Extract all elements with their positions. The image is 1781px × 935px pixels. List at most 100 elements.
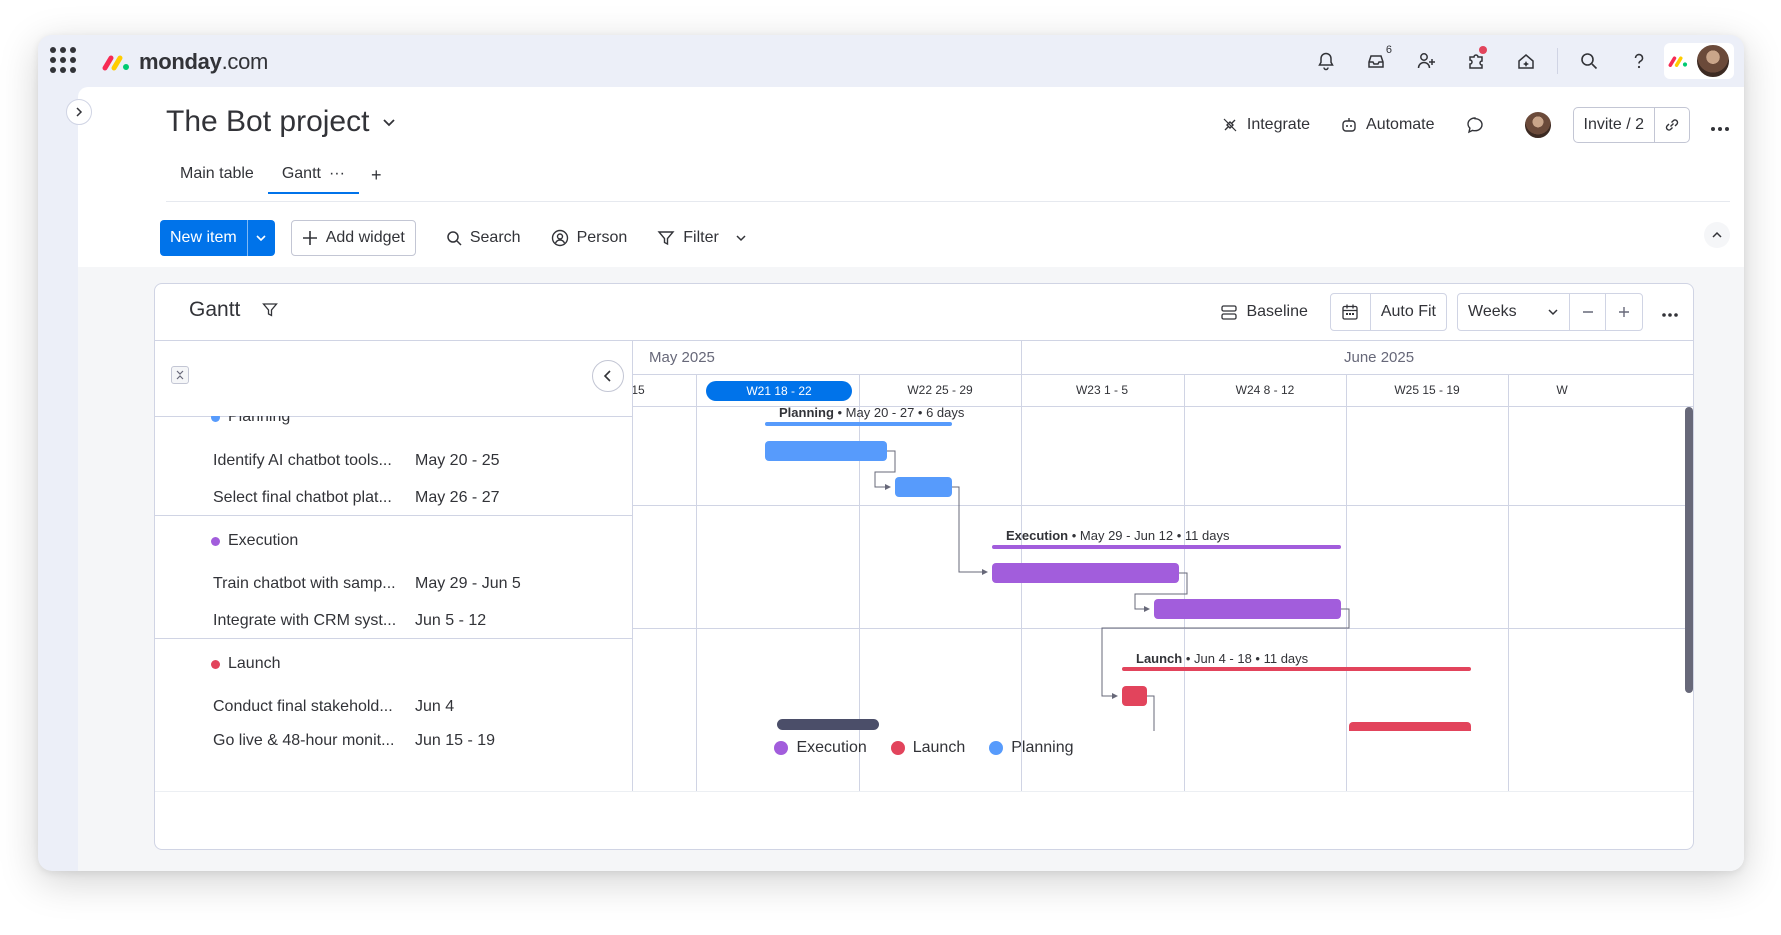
help-button[interactable]	[1614, 43, 1664, 79]
list-item[interactable]: Train chatbot with samp... May 29 - Jun …	[213, 575, 613, 593]
task-bar[interactable]	[1154, 599, 1341, 619]
baseline-button[interactable]: Baseline	[1220, 303, 1308, 321]
chevron-up-icon	[1712, 231, 1722, 238]
current-week-marker[interactable]: W21 18 - 22	[706, 381, 852, 401]
task-bar[interactable]	[1349, 722, 1471, 731]
task-bar[interactable]	[1122, 686, 1147, 706]
integrate-button[interactable]: Integrate	[1221, 116, 1310, 134]
search-button[interactable]: Search	[446, 229, 521, 247]
add-person-icon	[1417, 53, 1435, 69]
board-owner-avatar[interactable]	[1522, 110, 1553, 140]
chevron-down-icon	[1548, 309, 1558, 316]
filter-button[interactable]: Filter	[657, 229, 747, 247]
zoom-level-select[interactable]: Weeks	[1458, 294, 1570, 330]
summary-detail: • Jun 4 - 18 • 11 days	[1182, 651, 1309, 666]
task-bar[interactable]	[765, 441, 887, 461]
zoom-in-button[interactable]	[1606, 294, 1642, 330]
calendar-button[interactable]	[1331, 294, 1371, 330]
collapse-list-button[interactable]	[592, 360, 624, 392]
list-item[interactable]: Select final chatbot plat... May 26 - 27	[213, 489, 613, 507]
search-everything-button[interactable]	[1564, 43, 1614, 79]
group-summary-label: Launch • Jun 4 - 18 • 11 days	[1136, 651, 1308, 666]
bell-icon	[1318, 52, 1334, 71]
gantt-item-list: Planning Identify AI chatbot tools... Ma…	[155, 341, 633, 791]
tab-main-table-label: Main table	[180, 165, 254, 182]
invite-button[interactable]: Invite / 2	[1574, 108, 1655, 142]
group-divider	[633, 505, 1693, 506]
legend-label: Planning	[1011, 739, 1074, 756]
item-dates: Jun 5 - 12	[415, 612, 487, 629]
tab-main-table[interactable]: Main table	[166, 157, 268, 194]
invite-members-button[interactable]	[1401, 43, 1451, 79]
notifications-button[interactable]	[1301, 43, 1351, 79]
board-title[interactable]: The Bot project	[166, 105, 397, 139]
chevron-down-icon[interactable]	[735, 232, 747, 244]
inbox-button[interactable]: 6	[1351, 43, 1401, 79]
updates-button[interactable]	[1465, 115, 1493, 135]
apps-grid-icon[interactable]	[50, 47, 76, 73]
group-summary-label: Execution • May 29 - Jun 12 • 11 days	[1006, 528, 1229, 543]
person-filter-button[interactable]: Person	[551, 229, 627, 247]
legend-item-planning[interactable]: Planning	[989, 739, 1074, 757]
auto-fit-button[interactable]: Auto Fit	[1371, 294, 1446, 330]
collapse-header-button[interactable]	[1704, 222, 1730, 248]
baseline-bar[interactable]	[777, 719, 879, 730]
list-item[interactable]: Integrate with CRM syst... Jun 5 - 12	[213, 612, 613, 630]
chevron-left-icon	[603, 370, 611, 382]
baseline-label: Baseline	[1246, 303, 1308, 320]
legend-divider	[155, 791, 1693, 792]
item-rows: Planning Identify AI chatbot tools... Ma…	[155, 416, 633, 791]
widget-controls: Baseline Auto Fit Weeks	[1220, 293, 1679, 331]
list-item[interactable]: Conduct final stakehold... Jun 4	[213, 698, 613, 716]
search-icon	[447, 231, 462, 246]
copy-link-button[interactable]	[1655, 108, 1689, 142]
task-bar[interactable]	[992, 563, 1179, 583]
chevron-down-icon	[256, 235, 266, 242]
ai-assistant-button[interactable]	[1501, 43, 1551, 79]
filter-icon[interactable]	[262, 302, 279, 318]
collapse-all-groups-button[interactable]	[171, 366, 189, 384]
legend-label: Launch	[912, 739, 966, 756]
sparkle-house-icon	[1518, 54, 1534, 69]
new-item-button-group: New item	[160, 220, 275, 256]
item-name: Conduct final stakehold...	[213, 698, 393, 715]
tab-gantt[interactable]: Gantt ···	[267, 157, 360, 194]
marketplace-alert-dot	[1479, 46, 1487, 54]
monday-small-logo-icon	[1668, 56, 1688, 67]
legend-item-launch[interactable]: Launch	[890, 739, 966, 757]
top-bar-divider	[1557, 48, 1558, 74]
group-execution[interactable]: Execution	[211, 532, 298, 550]
invite-button-group: Invite / 2	[1572, 107, 1690, 143]
group-planning[interactable]: Planning	[211, 416, 290, 426]
task-bar[interactable]	[895, 477, 952, 497]
group-summary-bar-execution[interactable]	[992, 545, 1341, 549]
widget-title: Gantt	[189, 298, 279, 322]
plus-icon	[1619, 307, 1629, 317]
tab-options-icon[interactable]: ···	[329, 165, 345, 182]
plus-icon	[302, 231, 317, 245]
legend-item-execution[interactable]: Execution	[774, 739, 867, 757]
board-more-menu[interactable]	[1710, 112, 1730, 138]
zoom-out-button[interactable]	[1570, 294, 1606, 330]
timeline-scrollbar[interactable]	[1685, 407, 1693, 693]
group-summary-bar-planning[interactable]	[765, 422, 952, 426]
group-summary-bar-launch[interactable]	[1122, 667, 1471, 671]
auto-fit-group: Auto Fit	[1329, 293, 1447, 331]
add-widget-button[interactable]: Add widget	[290, 220, 416, 256]
automate-button[interactable]: Automate	[1340, 116, 1435, 134]
widget-more-menu[interactable]	[1661, 301, 1679, 324]
group-execution-name: Execution	[228, 532, 299, 549]
list-item[interactable]: Identify AI chatbot tools... May 20 - 25	[213, 452, 613, 470]
top-icons: 6	[1301, 43, 1734, 79]
question-icon	[1634, 53, 1644, 69]
add-view-button[interactable]: +	[359, 157, 394, 194]
new-item-dropdown[interactable]	[246, 220, 275, 256]
expand-sidebar-button[interactable]	[66, 99, 92, 125]
group-launch[interactable]: Launch	[211, 655, 281, 673]
monday-logo[interactable]: monday.com	[101, 49, 268, 75]
account-switcher[interactable]	[1664, 43, 1734, 79]
user-avatar[interactable]	[1695, 43, 1731, 79]
new-item-button[interactable]: New item	[160, 220, 247, 256]
apps-marketplace-button[interactable]	[1451, 43, 1501, 79]
monday-logo-icon	[102, 55, 129, 71]
